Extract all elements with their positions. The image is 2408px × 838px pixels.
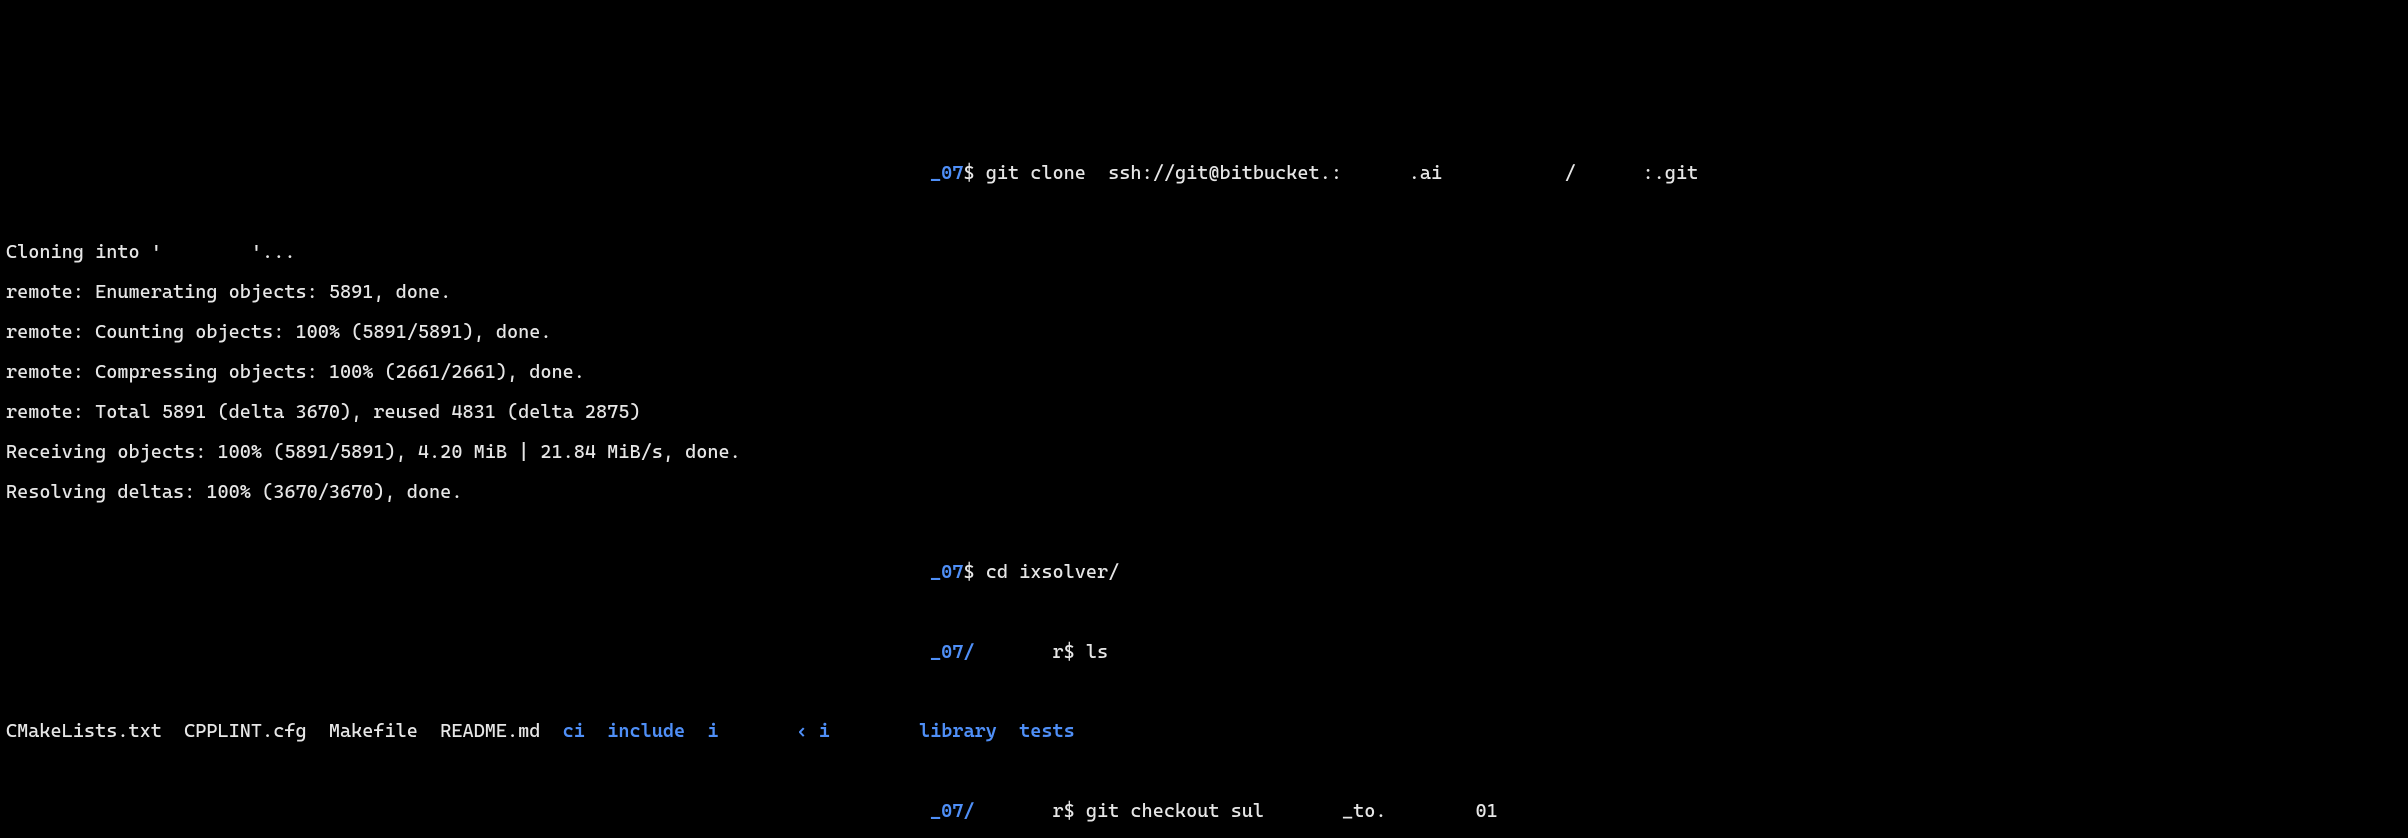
out-clone-4: remote: Total 5891 (delta 3670), reused … [6,403,2402,423]
prompt-path: _07 [930,162,963,184]
dir-library: library [919,720,997,742]
cmd-clone: git clone ssh://git@bitbucket.: .ai / :.… [986,162,1699,184]
dir-tests: tests [1019,720,1075,742]
out-clone-5: Receiving objects: 100% (5891/5891), 4.2… [6,443,2402,463]
terminal[interactable]: _07$ git clone ssh://git@bitbucket.: .ai… [0,100,2408,838]
cmd-checkout: git checkout sul _to. 01 [1086,800,1498,822]
dir-ci: ci [563,720,585,742]
dir-i2: ‹ i [796,720,829,742]
cmd-ls1: ls [1086,641,1108,663]
line-prompt-ls1: _07/ r$ ls [6,643,2402,663]
dir-include: include [607,720,685,742]
out-clone-2: remote: Counting objects: 100% (5891/589… [6,323,2402,343]
out-ls-repo1: CMakeLists.txt CPPLINT.cfg Makefile READ… [6,722,2402,742]
out-clone-1: remote: Enumerating objects: 5891, done. [6,283,2402,303]
out-clone-0: Cloning into ' '... [6,243,2402,263]
out-clone-3: remote: Compressing objects: 100% (2661/… [6,363,2402,383]
line-prompt-checkout: _07/ r$ git checkout sul _to. 01 [6,802,2402,822]
line-prompt-clone: _07$ git clone ssh://git@bitbucket.: .ai… [6,164,2402,184]
cmd-cd: cd ixsolver/ [986,561,1120,583]
dir-i1: i [707,720,718,742]
out-clone-6: Resolving deltas: 100% (3670/3670), done… [6,483,2402,503]
line-prompt-cd: _07$ cd ixsolver/ [6,563,2402,583]
